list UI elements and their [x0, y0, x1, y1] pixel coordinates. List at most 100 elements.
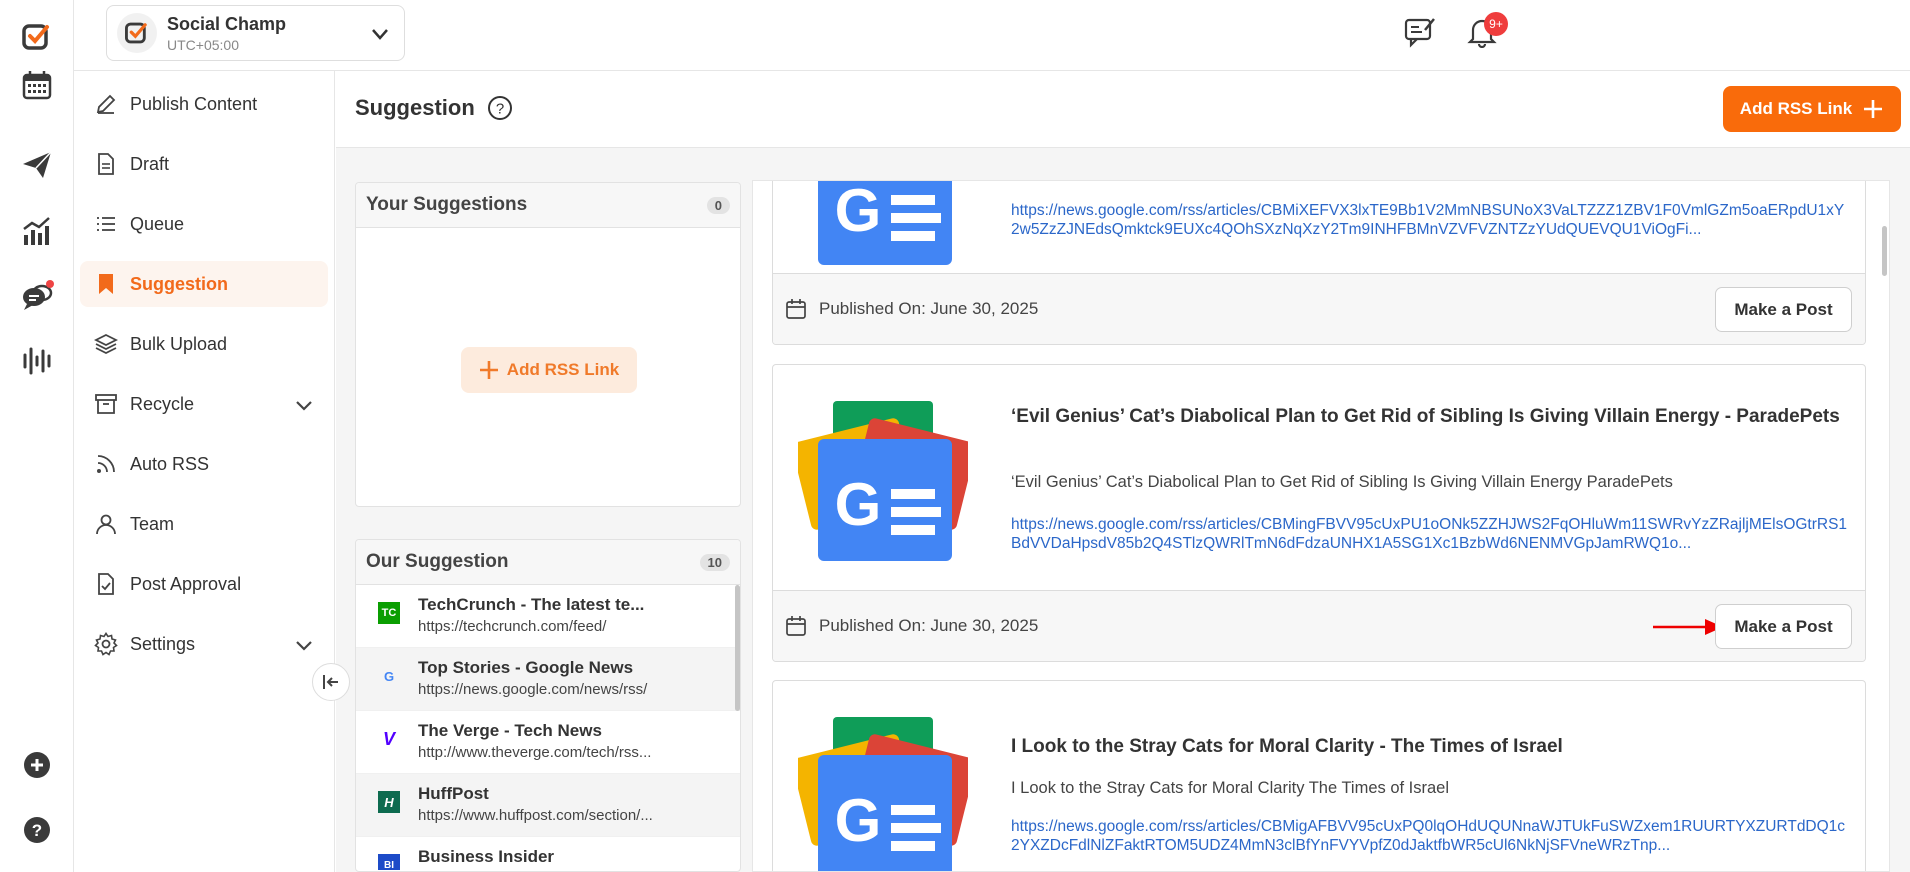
add-circle-icon[interactable]	[18, 746, 56, 784]
account-selector[interactable]: Social Champ UTC+05:00	[106, 5, 405, 61]
published-date: Published On: June 30, 2025	[819, 299, 1039, 318]
notification-badge: 9+	[1484, 12, 1508, 36]
feed-item-huffpost[interactable]: H HuffPost https://www.huffpost.com/secti…	[356, 774, 740, 837]
archive-icon	[95, 394, 117, 414]
audio-wave-icon[interactable]	[18, 342, 56, 380]
sidebar-item-post-approval[interactable]: Post Approval	[80, 561, 328, 607]
your-suggestions-count: 0	[706, 196, 730, 214]
feed-url: http://www.theverge.com/tech/rss...	[418, 744, 652, 761]
our-suggestion-header: Our Suggestion 10	[356, 540, 740, 585]
svg-text:G: G	[835, 787, 882, 854]
article-card: G https://news.google.com/rss/articles/C…	[772, 180, 1866, 345]
techcrunch-logo-icon: TC	[378, 602, 400, 624]
layers-icon	[94, 333, 118, 355]
calendar-icon	[786, 616, 806, 636]
sidebar-item-label: Post Approval	[130, 573, 242, 594]
help-icon[interactable]: ?	[487, 95, 513, 121]
document-icon	[98, 153, 114, 175]
sidebar-item-draft[interactable]: Draft	[80, 141, 328, 187]
articles-list: G https://news.google.com/rss/articles/C…	[752, 180, 1890, 872]
sidebar-item-label: Auto RSS	[130, 453, 210, 474]
top-bar: Social Champ UTC+05:00 9+	[74, 0, 1910, 71]
sidebar-item-suggestion[interactable]: Suggestion	[80, 261, 328, 307]
calendar-icon[interactable]	[18, 66, 56, 104]
social-champ-avatar-icon	[125, 22, 147, 44]
sidebar-item-label: Team	[130, 513, 175, 534]
chevron-down-icon	[296, 641, 312, 651]
google-news-thumbnail-icon: G	[798, 401, 968, 561]
sidebar-item-label: Queue	[130, 213, 185, 234]
sidebar-item-label: Bulk Upload	[130, 333, 228, 354]
article-footer: Published On: June 30, 2025 Make a Post	[773, 590, 1865, 661]
article-link[interactable]: https://news.google.com/rss/articles/CBM…	[1011, 515, 1851, 555]
article-card: G I Look to the Stray Cats for Moral Cla…	[772, 680, 1866, 871]
send-icon[interactable]	[18, 146, 56, 184]
article-footer: Published On: June 30, 2025 Make a Post	[773, 273, 1865, 344]
sidebar-item-team[interactable]: Team	[80, 501, 328, 547]
article-link[interactable]: https://news.google.com/rss/articles/CBM…	[1011, 201, 1851, 241]
bookmark-icon	[99, 274, 113, 294]
page-header: Suggestion ? Add RSS Link	[336, 71, 1910, 148]
feed-name: The Verge - Tech News	[418, 721, 602, 740]
account-avatar	[117, 13, 157, 53]
article-link[interactable]: https://news.google.com/rss/articles/CBM…	[1011, 817, 1851, 857]
feed-item-business-insider[interactable]: BI Business Insider	[356, 837, 740, 870]
sidebar-item-bulk-upload[interactable]: Bulk Upload	[80, 321, 328, 367]
feed-item-google-news[interactable]: G Top Stories - Google News https://news.…	[356, 648, 740, 711]
our-suggestion-panel: Our Suggestion 10 TC TechCrunch - The la…	[355, 539, 741, 872]
articles-scrollbar[interactable]	[1882, 226, 1887, 276]
feed-item-techcrunch[interactable]: TC TechCrunch - The latest te... https://…	[356, 585, 740, 648]
our-suggestion-count: 10	[699, 553, 730, 571]
sidebar-item-publish-content[interactable]: Publish Content	[80, 81, 328, 127]
analytics-icon[interactable]	[18, 212, 56, 250]
sidebar-item-label: Settings	[130, 633, 196, 654]
sidebar-item-settings[interactable]: Settings	[80, 621, 328, 667]
feed-list-scrollbar[interactable]	[735, 585, 740, 711]
feed-list[interactable]: TC TechCrunch - The latest te... https://…	[356, 585, 740, 870]
rss-icon	[97, 455, 115, 473]
make-a-post-button[interactable]: Make a Post	[1715, 287, 1852, 332]
sidebar-item-auto-rss[interactable]: Auto RSS	[80, 441, 328, 487]
help-circle-icon[interactable]: ?	[18, 811, 56, 849]
add-rss-link-secondary-button[interactable]: Add RSS Link	[461, 347, 637, 393]
feedback-icon[interactable]	[1402, 14, 1438, 50]
feed-url: https://www.huffpost.com/section/...	[418, 807, 653, 824]
icon-rail: ?	[0, 0, 74, 872]
svg-text:G: G	[835, 471, 882, 538]
your-suggestions-title: Your Suggestions	[366, 194, 528, 215]
feed-name: Business Insider	[418, 847, 555, 866]
chat-icon[interactable]	[18, 278, 56, 316]
add-rss-link-secondary-label: Add RSS Link	[506, 360, 620, 379]
pencil-icon	[96, 94, 116, 114]
google-news-thumbnail-icon: G	[798, 717, 968, 871]
svg-text:?: ?	[496, 101, 504, 118]
feed-url: https://techcrunch.com/feed/	[418, 618, 607, 635]
sidebar-item-recycle[interactable]: Recycle	[80, 381, 328, 427]
sidebar-item-label: Suggestion	[130, 273, 228, 294]
page-title: Suggestion	[355, 95, 475, 120]
verge-logo-icon: V	[382, 728, 395, 749]
add-rss-link-button[interactable]: Add RSS Link	[1723, 86, 1901, 132]
chevron-down-icon	[372, 29, 388, 40]
feed-item-the-verge[interactable]: V The Verge - Tech News http://www.thever…	[356, 711, 740, 774]
feed-name: HuffPost	[418, 784, 489, 803]
sidebar-item-label: Publish Content	[130, 93, 258, 114]
collapse-sidebar-button[interactable]	[312, 663, 350, 701]
make-a-post-button[interactable]: Make a Post	[1715, 604, 1852, 649]
feed-url: https://news.google.com/news/rss/	[418, 681, 648, 698]
feed-name: Top Stories - Google News	[418, 658, 634, 677]
article-card: G ‘Evil Genius’ Cat’s Diabolical Plan to…	[772, 364, 1866, 662]
sidebar-item-label: Recycle	[130, 393, 195, 414]
article-title[interactable]: ‘Evil Genius’ Cat’s Diabolical Plan to G…	[1011, 403, 1841, 430]
sidebar-item-queue[interactable]: Queue	[80, 201, 328, 247]
google-logo-icon: G	[383, 668, 395, 684]
article-title[interactable]: I Look to the Stray Cats for Moral Clari…	[1011, 733, 1841, 760]
list-icon	[97, 217, 115, 231]
calendar-icon	[786, 299, 806, 319]
bell-icon[interactable]: 9+	[1464, 12, 1508, 50]
svg-text:G: G	[835, 180, 882, 244]
social-champ-logo-icon[interactable]	[18, 18, 56, 56]
google-news-thumbnail-icon: G	[818, 180, 952, 265]
plus-icon	[1864, 100, 1883, 118]
sidebar-item-label: Draft	[130, 153, 170, 174]
